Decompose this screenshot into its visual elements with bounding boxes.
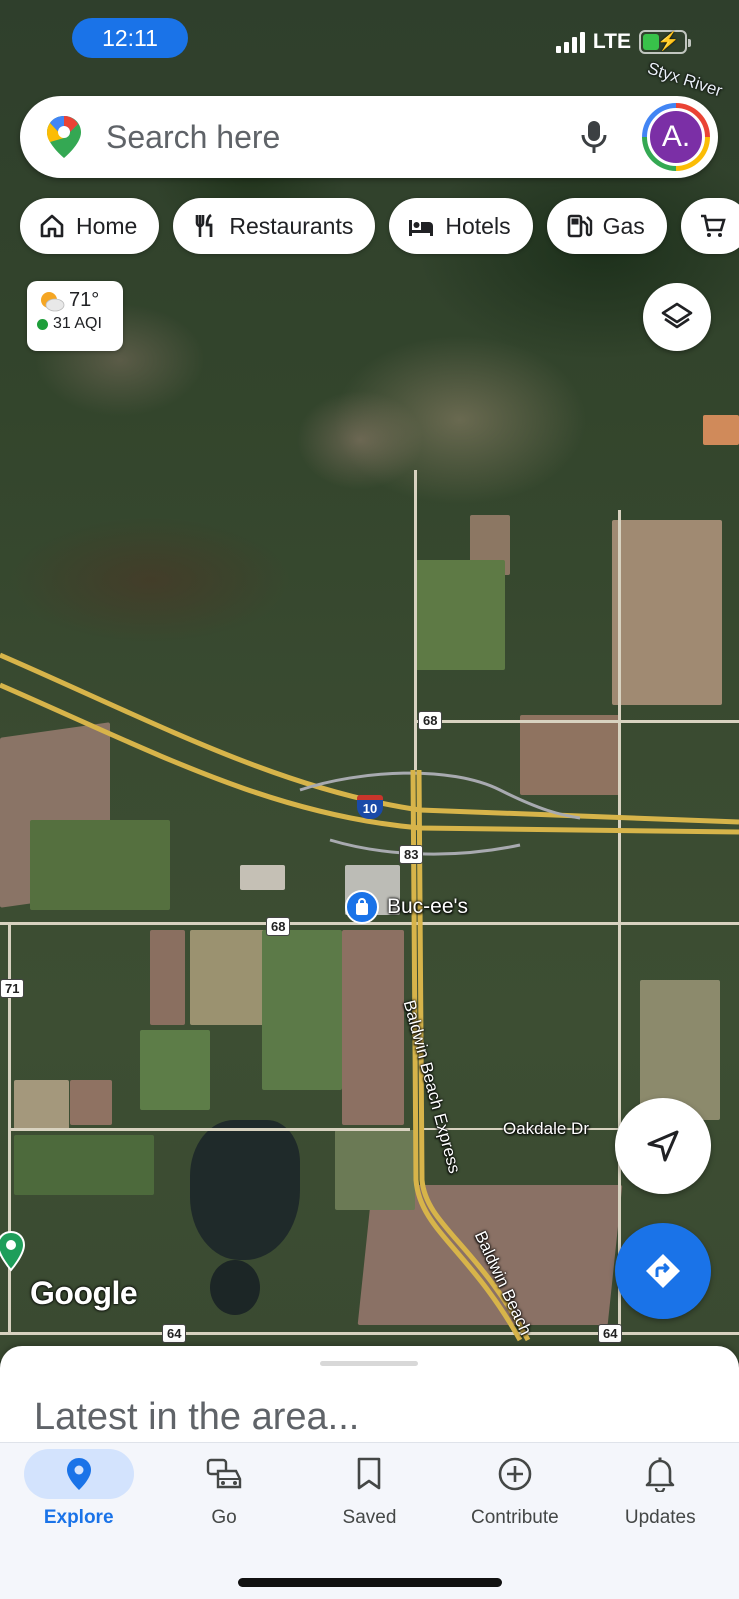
route-shield-64: 64 — [598, 1324, 623, 1343]
aqi-indicator — [37, 318, 48, 330]
nav-label: Contribute — [471, 1507, 559, 1528]
chip-label: Gas — [602, 212, 645, 239]
search-input[interactable] — [106, 118, 574, 156]
avatar-initial: A. — [647, 108, 705, 166]
network-type: LTE — [592, 30, 631, 53]
directions-button[interactable] — [615, 1223, 711, 1319]
route-shield-71: 71 — [0, 979, 25, 998]
route-shield-68: 68 — [418, 711, 443, 730]
map-pin-icon[interactable] — [0, 1230, 26, 1272]
bottom-sheet[interactable]: Latest in the area... — [0, 1346, 739, 1446]
chip-label: Hotels — [445, 212, 511, 239]
directions-icon — [646, 1254, 680, 1288]
place-label: Buc-ee's — [387, 895, 469, 918]
sheet-title: Latest in the area... — [34, 1396, 360, 1438]
google-maps-logo-icon — [47, 116, 81, 158]
microphone-icon[interactable] — [574, 117, 614, 157]
fork-knife-icon — [196, 213, 213, 237]
interstate-10-shield: 10 — [357, 795, 383, 819]
temperature: 71° — [69, 289, 100, 311]
nav-explore[interactable]: Explore — [9, 1449, 149, 1529]
home-icon — [40, 214, 64, 238]
shopping-bag-icon — [345, 890, 379, 924]
chip-hotels[interactable]: Hotels — [389, 198, 533, 254]
route-shield-68: 68 — [266, 917, 291, 936]
google-watermark: Google — [30, 1275, 138, 1311]
bed-icon — [409, 220, 434, 236]
home-indicator[interactable] — [238, 1578, 502, 1587]
nav-label: Updates — [624, 1507, 696, 1528]
chip-home[interactable]: Home — [20, 198, 160, 254]
bookmark-icon — [358, 1457, 381, 1490]
chip-shopping[interactable] — [680, 198, 739, 254]
signal-icon — [555, 31, 585, 53]
nav-label: Saved — [342, 1507, 397, 1528]
nav-updates[interactable]: Updates — [590, 1449, 730, 1529]
nav-go[interactable]: Go — [154, 1449, 294, 1529]
battery-icon: ⚡ — [639, 30, 691, 54]
nav-contribute[interactable]: Contribute — [445, 1449, 585, 1529]
aqi-value: 31 AQI — [53, 315, 102, 332]
cart-icon — [700, 214, 726, 237]
navigation-arrow-icon — [647, 1130, 679, 1162]
sheet-drag-handle[interactable] — [320, 1361, 418, 1366]
layers-button[interactable] — [643, 283, 711, 351]
status-time: 12:11 — [72, 18, 188, 58]
layers-icon — [661, 302, 693, 329]
partly-cloudy-icon — [41, 291, 65, 311]
pin-icon — [66, 1458, 91, 1490]
account-avatar[interactable]: A. — [642, 103, 710, 171]
car-icon — [206, 1458, 242, 1489]
chip-label: Home — [76, 212, 138, 239]
street-label: Oakdale Dr — [503, 1119, 589, 1138]
search-bar[interactable]: A. — [20, 96, 718, 178]
add-circle-icon — [498, 1457, 532, 1491]
my-location-button[interactable] — [615, 1098, 711, 1194]
weather-widget[interactable]: 71° 31 AQI — [27, 281, 123, 351]
bell-icon — [645, 1457, 675, 1492]
nav-label: Explore — [43, 1507, 114, 1528]
chip-label: Restaurants — [229, 212, 354, 239]
chip-gas[interactable]: Gas — [546, 198, 667, 254]
chip-restaurants[interactable]: Restaurants — [173, 198, 376, 254]
place-marker[interactable]: Buc-ee's — [345, 890, 468, 924]
route-shield-83: 83 — [399, 845, 424, 864]
gas-pump-icon — [567, 214, 592, 238]
status-indicators: LTE ⚡ — [555, 30, 691, 54]
nav-saved[interactable]: Saved — [299, 1449, 439, 1529]
route-shield-64: 64 — [162, 1324, 187, 1343]
bottom-navigation: Explore Go Saved Contribute Updates — [0, 1442, 739, 1599]
nav-label: Go — [211, 1507, 237, 1528]
category-chips: Home Restaurants Hotels Gas — [20, 198, 739, 254]
